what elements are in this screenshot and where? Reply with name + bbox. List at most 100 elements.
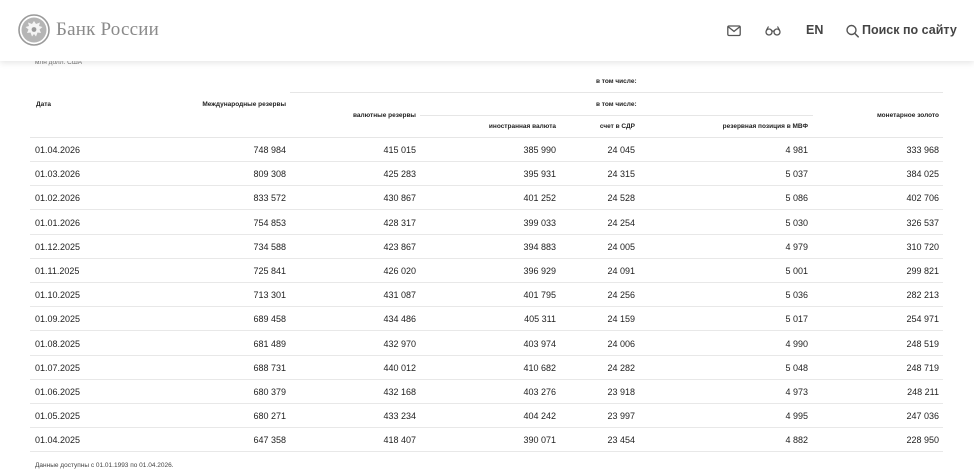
cell-imf-position: 4 990: [785, 338, 808, 349]
cell-fx-reserves: 426 020: [383, 266, 416, 276]
cell-intl-reserves: 680 271: [253, 411, 286, 422]
cell-foreign-currency: 403 974: [523, 338, 556, 349]
cell-fx-reserves: 433 234: [383, 411, 416, 422]
cell-intl-reserves: 734 588: [253, 241, 286, 252]
cell-foreign-currency: 401 252: [523, 193, 556, 204]
group-label-sub: в том числе:: [596, 101, 637, 108]
cell-sdr: 24 282: [607, 362, 635, 373]
cell-intl-reserves: 748 984: [253, 145, 286, 155]
cell-intl-reserves: 680 379: [253, 387, 286, 397]
table-row: 01.06.2025 680 379 432 168 403 276 23 918 4 9…: [30, 380, 943, 404]
cell-fx-reserves: 423 867: [383, 241, 416, 252]
cell-intl-reserves: 681 489: [253, 338, 286, 349]
table-row: 01.07.2025 688 731 440 012 410 682 24 282 5 0…: [30, 356, 943, 380]
cell-foreign-currency: 405 311: [524, 314, 556, 325]
cell-sdr: 24 315: [607, 169, 635, 180]
cell-sdr: 24 159: [607, 314, 635, 325]
search-button[interactable]: Поиск по сайту: [862, 23, 957, 37]
cell-intl-reserves: 689 458: [253, 314, 286, 325]
col-header-intl-reserves: Международные резервы: [202, 101, 286, 108]
cell-fx-reserves: 425 283: [383, 169, 416, 180]
cell-date: 01.07.2025: [35, 362, 81, 373]
cell-foreign-currency: 395 931: [523, 169, 556, 180]
cell-imf-position: 4 973: [785, 387, 808, 397]
table-row: 01.04.2025 647 358 418 407 390 071 23 454 4 8…: [30, 428, 943, 453]
site-header: Банк России EN Поиск по сайту: [0, 0, 974, 61]
cell-fx-reserves: 432 970: [383, 338, 416, 349]
cell-fx-reserves: 415 015: [383, 145, 416, 155]
cell-imf-position: 5 001: [785, 266, 808, 276]
cell-intl-reserves: 688 731: [253, 362, 286, 373]
table-row: 01.08.2025 681 489 432 970 403 974 24 006 4 9…: [30, 332, 943, 356]
cell-foreign-currency: 403 276: [523, 387, 556, 397]
cell-foreign-currency: 394 883: [523, 241, 556, 252]
cell-sdr: 24 254: [607, 217, 635, 228]
cell-foreign-currency: 401 795: [523, 290, 556, 301]
cell-fx-reserves: 434 486: [383, 314, 416, 325]
cell-date: 01.01.2026: [35, 217, 81, 228]
cell-fx-reserves: 431 087: [383, 290, 416, 301]
cell-imf-position: 4 995: [785, 411, 808, 422]
cell-intl-reserves: 809 308: [253, 169, 286, 180]
bank-emblem-icon[interactable]: [18, 14, 50, 46]
cell-sdr: 24 045: [607, 145, 635, 155]
cell-sdr: 24 091: [607, 266, 635, 276]
table-row: 01.02.2026 833 572 430 867 401 252 24 528 5 0…: [30, 186, 943, 211]
cell-date: 01.02.2026: [35, 193, 81, 204]
cell-date: 01.08.2025: [35, 338, 81, 349]
cell-intl-reserves: 647 358: [253, 435, 286, 446]
cell-foreign-currency: 399 033: [523, 217, 556, 228]
cell-sdr: 23 997: [607, 411, 635, 422]
cell-fx-reserves: 440 012: [383, 362, 416, 373]
brand-name[interactable]: Банк России: [56, 19, 159, 41]
cell-date: 01.04.2026: [35, 145, 81, 155]
header-divider: [290, 92, 943, 93]
search-icon[interactable]: [846, 23, 859, 39]
cell-intl-reserves: 713 301: [253, 290, 286, 301]
cell-sdr: 23 918: [607, 387, 635, 397]
cell-sdr: 24 256: [607, 290, 635, 301]
col-header-date: Дата: [36, 101, 52, 108]
cell-imf-position: 4 979: [785, 241, 808, 252]
cell-imf-position: 5 037: [785, 169, 808, 180]
cell-intl-reserves: 725 841: [253, 266, 286, 276]
cell-intl-reserves: 833 572: [253, 193, 286, 204]
cell-gold: 310 720: [906, 241, 939, 252]
cell-gold: 299 821: [906, 266, 939, 276]
cell-gold: 326 537: [906, 217, 939, 228]
cell-gold: 248 719: [906, 362, 939, 373]
data-availability-note: Данные доступны с 01.01.1993 по 01.04.20…: [35, 462, 174, 469]
cell-sdr: 24 528: [607, 193, 635, 204]
col-header-gold: монетарное золото: [876, 112, 939, 119]
mail-icon[interactable]: [727, 23, 741, 39]
col-header-sdr: счет в СДР: [599, 123, 635, 130]
cell-gold: 402 706: [906, 193, 939, 204]
cell-gold: 248 519: [906, 338, 939, 349]
table-row: 01.09.2025 689 458 434 486 405 311 24 159 5 0…: [30, 307, 943, 332]
table-row: 01.12.2025 734 588 423 867 394 883 24 005 4 9…: [30, 235, 943, 259]
col-header-imf-position: резервная позиция в МВФ: [722, 123, 808, 130]
language-switch[interactable]: EN: [806, 23, 823, 37]
cell-fx-reserves: 432 168: [383, 387, 416, 397]
cell-gold: 384 025: [906, 169, 939, 180]
cell-imf-position: 4 882: [785, 435, 808, 446]
cell-fx-reserves: 430 867: [383, 193, 416, 204]
table-row: 01.10.2025 713 301 431 087 401 795 24 256 5 0…: [30, 283, 943, 308]
cell-date: 01.03.2026: [35, 169, 81, 180]
cell-imf-position: 5 030: [785, 217, 808, 228]
col-header-fx-reserves: валютные резервы: [353, 112, 416, 119]
table-row: 01.11.2025 725 841 426 020 396 929 24 091 5 0…: [30, 259, 943, 283]
cell-date: 01.10.2025: [35, 290, 81, 301]
cell-imf-position: 4 981: [785, 145, 808, 155]
cell-date: 01.09.2025: [35, 314, 81, 325]
cell-gold: 254 971: [906, 314, 939, 325]
cell-date: 01.12.2025: [35, 241, 81, 252]
table-row: 01.03.2026 809 308 425 283 395 931 24 315 5 0…: [30, 162, 943, 187]
header-subdivider: [420, 115, 813, 116]
cell-imf-position: 5 048: [785, 362, 808, 373]
glasses-icon[interactable]: [765, 23, 781, 39]
cell-date: 01.06.2025: [35, 387, 81, 397]
table-row: 01.01.2026 754 853 428 317 399 033 24 254 5 0…: [30, 211, 943, 235]
cell-date: 01.11.2025: [35, 266, 80, 276]
cell-foreign-currency: 404 242: [523, 411, 556, 422]
